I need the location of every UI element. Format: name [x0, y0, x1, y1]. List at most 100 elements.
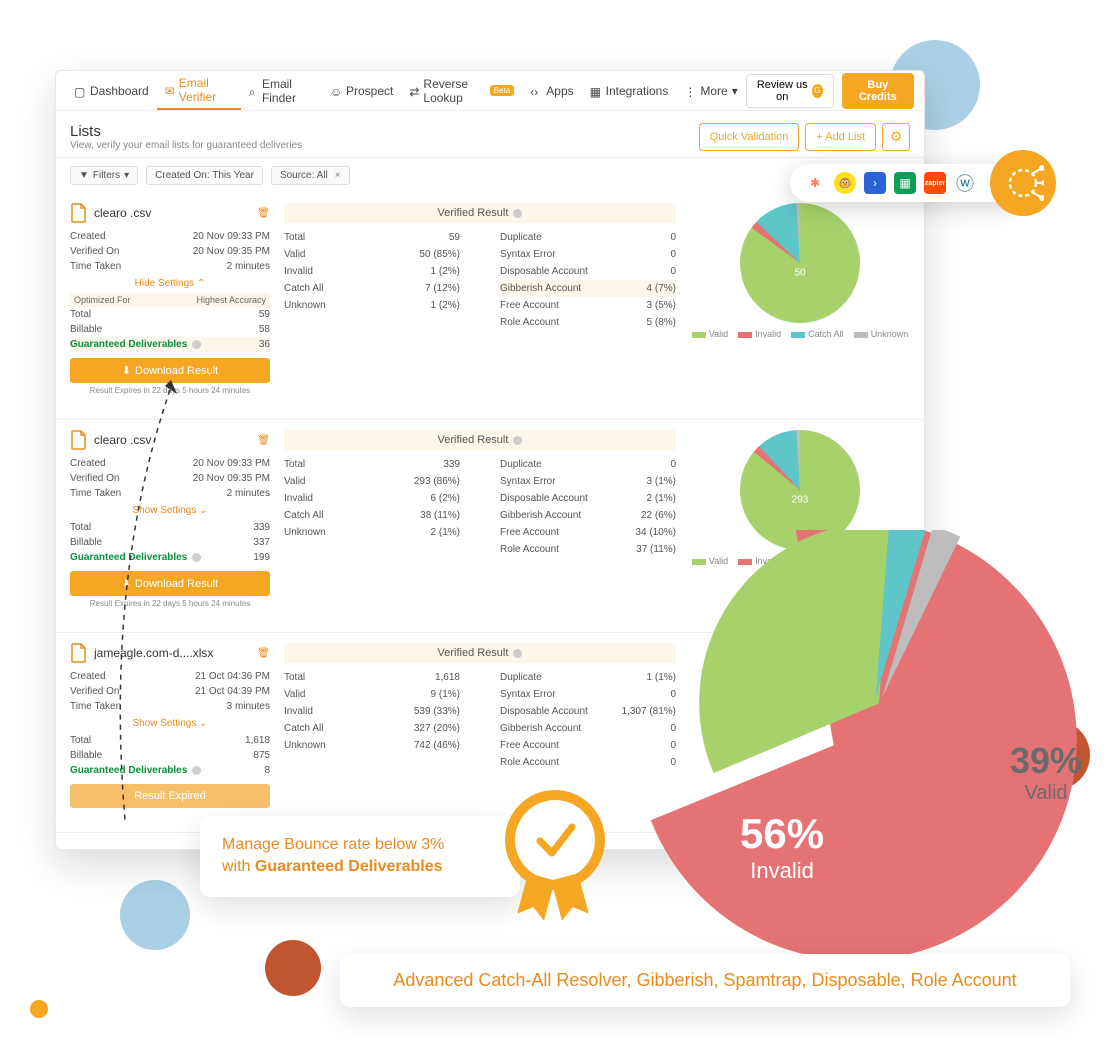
mini-pie-chart: 50 [740, 203, 860, 323]
verified-on-row: Verified On20 Nov 09:35 PM [70, 244, 270, 259]
created-row: Created20 Nov 09:33 PM [70, 229, 270, 244]
mail-icon: ✉ [165, 84, 175, 96]
info-icon[interactable] [513, 209, 522, 218]
chevron-down-icon: ⌄ [199, 505, 207, 516]
search-icon: ⌕ [249, 85, 258, 97]
nav-label: Email Verifier [179, 76, 233, 104]
settings-button[interactable]: ⚙ [882, 123, 910, 151]
wordpress-icon[interactable]: ⓦ [954, 172, 976, 194]
stat-unknown: Unknown742 (46%) [284, 737, 460, 754]
add-list-button[interactable]: + Add List [805, 123, 876, 151]
decorative-circle [120, 880, 190, 950]
stat-catchall: Catch All7 (12%) [284, 280, 460, 297]
filter-source-label: Source: All [280, 170, 328, 181]
delete-icon[interactable]: 🗑 [257, 435, 270, 446]
nav-integrations[interactable]: ▦ Integrations [582, 71, 677, 110]
nav-label: More [700, 84, 727, 98]
mailchimp-icon[interactable]: 🐵 [834, 172, 856, 194]
hide-settings-link[interactable]: Hide Settings ⌃ [70, 274, 270, 293]
bounce-line2-prefix: with [222, 858, 255, 875]
stat-unknown: Unknown2 (1%) [284, 524, 460, 541]
result-expired-button: Result Expired [70, 784, 270, 808]
close-icon[interactable]: × [335, 170, 341, 181]
integrations-gear-badge [990, 150, 1056, 216]
file-icon [70, 203, 88, 223]
total-row: Total339 [70, 520, 270, 535]
download-result-button[interactable]: ⬇ Download Result [70, 358, 270, 383]
valid-percent: 39% [1010, 740, 1082, 782]
info-icon[interactable] [192, 766, 201, 775]
billable-row: Billable875 [70, 748, 270, 763]
info-icon[interactable] [192, 340, 201, 349]
stat-gibberish: Gibberish Account4 (7%) [500, 280, 676, 297]
ribbon-badge [500, 790, 610, 930]
stat-total: Total59 [284, 229, 460, 246]
dots-icon: ⋮ [684, 85, 696, 97]
delete-icon[interactable]: 🗑 [257, 208, 270, 219]
swap-icon: ⇄ [409, 85, 419, 97]
file-icon [70, 643, 88, 663]
nav-email-finder[interactable]: ⌕Email Finder [241, 71, 322, 110]
filters-toggle[interactable]: ▼Filters ▾ [70, 166, 138, 185]
nav-prospect[interactable]: ☺Prospect [322, 71, 401, 110]
nav-label: Dashboard [90, 84, 149, 98]
page-subtitle: View, verify your email lists for guaran… [70, 140, 302, 151]
optimized-for-row: Optimized ForHighest Accuracy [70, 293, 270, 307]
download-result-button[interactable]: ⬇ Download Result [70, 571, 270, 596]
review-label: Review us on [757, 79, 808, 103]
nav-dashboard[interactable]: ▢ Dashboard [66, 71, 157, 110]
stat-syntax: Syntax Error3 (1%) [500, 473, 676, 490]
decorative-circle [265, 940, 321, 996]
verified-on-row: Verified On20 Nov 09:35 PM [70, 471, 270, 486]
nav-more[interactable]: ⋮More ▾ [676, 71, 745, 110]
hubspot-icon[interactable]: ✱ [804, 172, 826, 194]
info-icon[interactable] [192, 553, 201, 562]
stat-catchall: Catch All38 (11%) [284, 507, 460, 524]
filter-created-on[interactable]: Created On: This Year [146, 166, 263, 185]
info-icon[interactable] [513, 649, 522, 658]
stat-catchall: Catch All327 (20%) [284, 720, 460, 737]
grid-icon: ▦ [590, 85, 602, 97]
info-icon[interactable] [513, 436, 522, 445]
list-row: clearo .csv 🗑 Created20 Nov 09:33 PM Ver… [56, 193, 924, 420]
dashboard-icon: ▢ [74, 85, 86, 97]
created-row: Created20 Nov 09:33 PM [70, 456, 270, 471]
nav-label: Integrations [606, 84, 669, 98]
valid-text: Valid [1010, 782, 1082, 805]
stat-invalid: Invalid6 (2%) [284, 490, 460, 507]
show-settings-link[interactable]: Show Settings ⌄ [70, 501, 270, 520]
stat-free: Free Account3 (5%) [500, 297, 676, 314]
pie-legend: Valid Invalid Catch All Unknown [692, 329, 908, 339]
page-header: Lists View, verify your email lists for … [56, 111, 924, 158]
activecampaign-icon[interactable]: › [864, 172, 886, 194]
bounce-callout: Manage Bounce rate below 3% with Guarant… [200, 816, 520, 897]
filter-source[interactable]: Source: All × [271, 166, 350, 185]
time-taken-row: Time Taken3 minutes [70, 699, 270, 714]
file-name[interactable]: clearo .csv [94, 206, 251, 220]
show-settings-link[interactable]: Show Settings ⌄ [70, 714, 270, 733]
file-name[interactable]: jameagle.com-d....xlsx [94, 646, 251, 660]
download-icon: ⬇ [122, 577, 131, 590]
stat-gibberish: Gibberish Account22 (6%) [500, 507, 676, 524]
invalid-percent: 56% [740, 810, 824, 858]
checkmark-icon [530, 815, 580, 865]
file-icon [70, 430, 88, 450]
big-pie-valid-label: 39% Valid [1010, 740, 1082, 805]
file-name[interactable]: clearo .csv [94, 433, 251, 447]
nav-apps[interactable]: ‹›Apps [522, 71, 581, 110]
review-button[interactable]: Review us onG [746, 74, 834, 108]
delete-icon[interactable]: 🗑 [257, 648, 270, 659]
buy-credits-button[interactable]: Buy Credits [842, 73, 914, 109]
chevron-down-icon: ⌄ [199, 718, 207, 729]
stat-unknown: Unknown1 (2%) [284, 297, 460, 314]
nav-reverse-lookup[interactable]: ⇄Reverse LookupBeta [401, 71, 522, 110]
stat-disposable: Disposable Account2 (1%) [500, 490, 676, 507]
quick-validation-button[interactable]: Quick Validation [699, 123, 800, 151]
stat-total: Total1,618 [284, 669, 460, 686]
zapier-icon[interactable]: zapier [924, 172, 946, 194]
sheets-icon[interactable]: ▦ [894, 172, 916, 194]
expiry-text: Result Expires in 22 days 5 hours 24 min… [70, 599, 270, 608]
verified-on-row: Verified On21 Oct 04:39 PM [70, 684, 270, 699]
nav-email-verifier[interactable]: ✉ Email Verifier [157, 71, 241, 110]
time-taken-row: Time Taken2 minutes [70, 259, 270, 274]
